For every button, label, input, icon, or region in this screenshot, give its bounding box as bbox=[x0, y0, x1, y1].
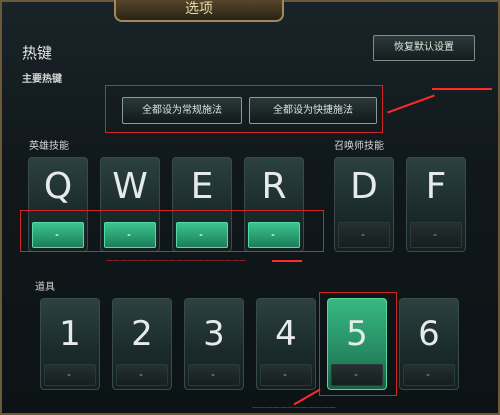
quickcast-icon bbox=[207, 371, 221, 380]
item-slot-2[interactable]: 2 bbox=[112, 298, 172, 390]
hotkey-letter: F bbox=[425, 166, 447, 207]
hotkey-d[interactable]: D bbox=[334, 157, 394, 252]
quickcast-icon bbox=[422, 371, 436, 380]
annotation-box-quickcast-strips bbox=[20, 210, 324, 252]
options-window: 选项 热键 恢复默认设置 主要热键 全都设为常规施法 全都设为快捷施法 英雄技能… bbox=[0, 0, 500, 415]
quickcast-toggle[interactable] bbox=[188, 364, 240, 386]
hotkey-letter: R bbox=[261, 166, 287, 207]
hotkey-letter: D bbox=[350, 166, 378, 207]
annotation-note-slot-5: ———————————— bbox=[252, 403, 336, 411]
item-slot-1[interactable]: 1 bbox=[40, 298, 100, 390]
quickcast-toggle[interactable] bbox=[410, 222, 462, 248]
hotkey-letter: E bbox=[190, 166, 214, 207]
set-all-quick-cast-button[interactable]: 全都设为快捷施法 bbox=[249, 97, 377, 124]
quickcast-toggle[interactable] bbox=[338, 222, 390, 248]
items-label: 道具 bbox=[35, 282, 55, 293]
quickcast-toggle[interactable] bbox=[116, 364, 168, 386]
item-slot-5[interactable]: 5 bbox=[327, 298, 387, 390]
item-number: 6 bbox=[418, 314, 440, 354]
item-slot-4[interactable]: 4 bbox=[256, 298, 316, 390]
quickcast-toggle[interactable] bbox=[44, 364, 96, 386]
annotation-arrow-strips bbox=[272, 260, 302, 262]
window-title: 选项 bbox=[114, 0, 284, 22]
quickcast-icon bbox=[350, 371, 364, 380]
item-number: 2 bbox=[131, 314, 153, 354]
quickcast-toggle[interactable] bbox=[260, 364, 312, 386]
set-all-normal-cast-button[interactable]: 全都设为常规施法 bbox=[122, 97, 242, 124]
hotkey-letter: Q bbox=[43, 166, 73, 207]
quickcast-toggle[interactable] bbox=[331, 364, 383, 386]
summoner-skills-label: 召唤师技能 bbox=[334, 141, 384, 152]
restore-defaults-button[interactable]: 恢复默认设置 bbox=[373, 35, 475, 61]
quickcast-icon bbox=[357, 231, 371, 240]
quickcast-icon bbox=[135, 371, 149, 380]
item-number: 3 bbox=[203, 314, 225, 354]
hotkey-letter: W bbox=[112, 166, 148, 207]
item-number: 1 bbox=[59, 314, 81, 354]
quickcast-icon bbox=[429, 231, 443, 240]
item-number: 5 bbox=[346, 314, 368, 354]
annotation-note-strips: ———————————————————— bbox=[106, 256, 246, 264]
quickcast-icon bbox=[63, 371, 77, 380]
quickcast-icon bbox=[279, 371, 293, 380]
annotation-arrow-top bbox=[387, 94, 435, 114]
annotation-line-top bbox=[432, 88, 492, 90]
primary-hotkeys-label: 主要热键 bbox=[22, 74, 62, 85]
page-title: 热键 bbox=[22, 44, 53, 62]
quickcast-toggle[interactable] bbox=[403, 364, 455, 386]
item-number: 4 bbox=[275, 314, 297, 354]
item-slot-6[interactable]: 6 bbox=[399, 298, 459, 390]
hero-skills-label: 英雄技能 bbox=[29, 141, 69, 152]
item-slot-3[interactable]: 3 bbox=[184, 298, 244, 390]
hotkey-f[interactable]: F bbox=[406, 157, 466, 252]
